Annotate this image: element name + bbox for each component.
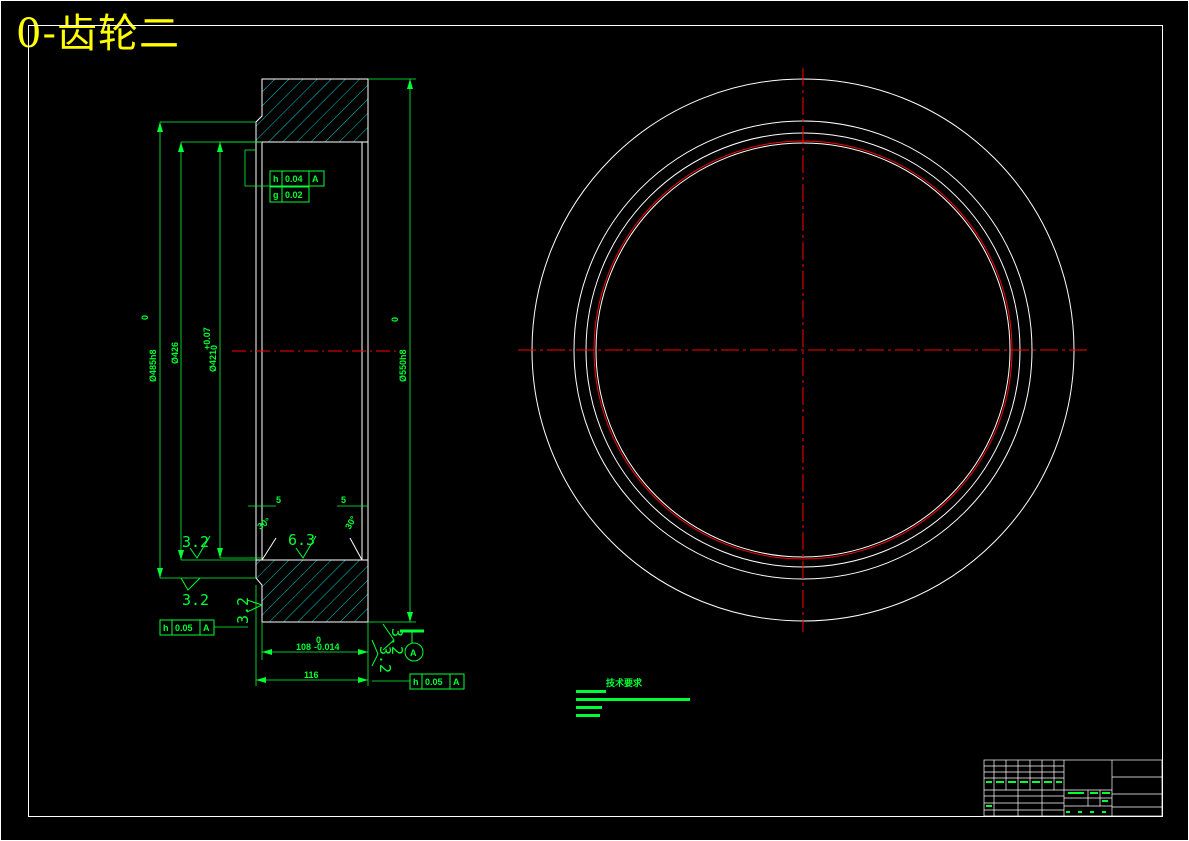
section-bottom-solid bbox=[255, 559, 369, 623]
dim-421-tol-low: 0 bbox=[209, 345, 219, 350]
fcf-runout-bottom-left: h 0.05 A bbox=[159, 619, 215, 636]
roughness-4: 3.2 bbox=[234, 597, 252, 624]
fcf3-datum: A bbox=[203, 623, 210, 633]
dim-426: Ø426 bbox=[170, 342, 180, 364]
fcf2-value: 0.02 bbox=[285, 190, 303, 200]
section-view: Ø485h8 0 Ø426 Ø421 +0.07 0 Ø550h8 0 5 5 … bbox=[140, 78, 465, 690]
title-block-marks bbox=[986, 781, 1110, 813]
dim-chamfer-right: 5 bbox=[341, 495, 346, 505]
inner-frame bbox=[28, 25, 1163, 817]
roughness-6: 3.2 bbox=[376, 646, 394, 673]
fcf1-symbol: h bbox=[273, 174, 279, 184]
fcf3-value: 0.05 bbox=[175, 623, 193, 633]
roughness-2: 6.3 bbox=[288, 531, 315, 549]
dim-width-116: 116 bbox=[304, 670, 319, 680]
dim-550: Ø550h8 bbox=[398, 349, 408, 382]
fcf1-datum: A bbox=[312, 174, 319, 184]
dim-421: Ø421 bbox=[208, 350, 218, 372]
section-top-solid bbox=[255, 78, 369, 143]
fcf3-symbol: h bbox=[163, 623, 169, 633]
dim-485: Ø485h8 bbox=[148, 349, 158, 382]
dim-width-108-tol-low: -0.014 bbox=[314, 642, 340, 652]
dim-chamfer-left: 5 bbox=[276, 495, 281, 505]
front-view bbox=[518, 68, 1088, 632]
fcf4-symbol: h bbox=[413, 677, 419, 687]
fcf-runout-bottom-right: h 0.05 A bbox=[409, 673, 465, 690]
datum-a-label: A bbox=[410, 648, 417, 658]
technical-notes: 技术要求 bbox=[576, 677, 690, 717]
fcf4-datum: A bbox=[453, 677, 460, 687]
dim-angle-right: 30° bbox=[343, 514, 359, 531]
dim-550-tol: 0 bbox=[390, 317, 400, 322]
dim-width-108: 108 bbox=[296, 642, 311, 652]
cad-drawing: Ø485h8 0 Ø426 Ø421 +0.07 0 Ø550h8 0 5 5 … bbox=[0, 0, 1189, 841]
roughness-1: 3.2 bbox=[182, 533, 209, 551]
title-block bbox=[983, 759, 1163, 817]
roughness-3: 3.2 bbox=[182, 591, 209, 609]
fcf1-value: 0.04 bbox=[285, 174, 303, 184]
fcf-runout-top: h 0.04 A bbox=[269, 170, 325, 187]
dim-485-tol: 0 bbox=[140, 315, 150, 320]
notes-heading: 技术要求 bbox=[606, 677, 643, 688]
fcf4-value: 0.05 bbox=[425, 677, 443, 687]
dim-angle-left: 30° bbox=[255, 515, 272, 531]
fcf2-symbol: g bbox=[273, 190, 279, 200]
fcf-cylindricity: g 0.02 bbox=[269, 186, 310, 203]
